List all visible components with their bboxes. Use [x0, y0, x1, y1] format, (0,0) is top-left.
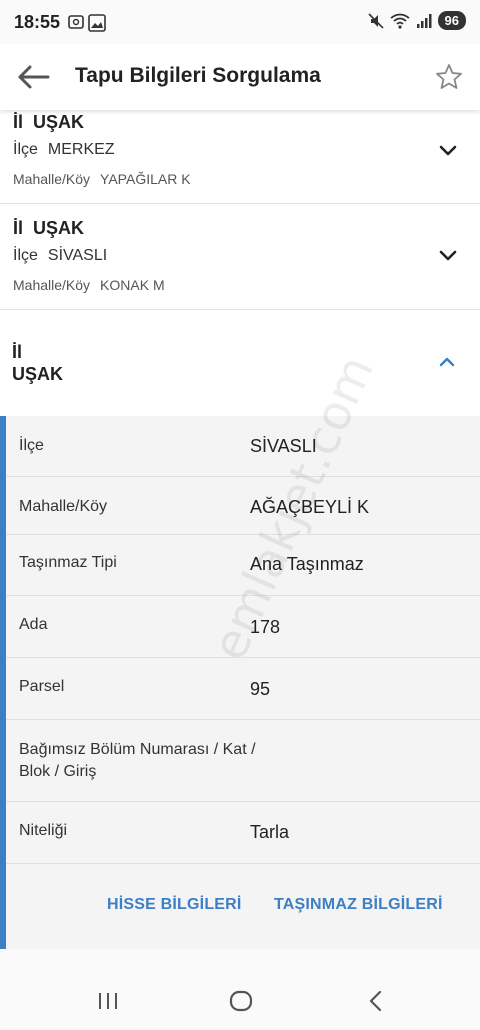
- detail-value: Ana Taşınmaz: [250, 554, 364, 574]
- tasinmaz-bilgileri-button[interactable]: TAŞINMAZ BİLGİLERİ: [274, 896, 443, 914]
- chevron-down-icon[interactable]: [438, 249, 458, 263]
- recent-apps-icon[interactable]: [94, 987, 122, 1015]
- detail-actions: HİSSE BİLGİLERİ TAŞINMAZ BİLGİLERİ: [6, 864, 480, 949]
- detail-label: Ada: [19, 616, 48, 633]
- detail-row: Bağımsız Bölüm Numarası / Kat / Blok / G…: [6, 720, 480, 802]
- record-mahalle-row: Mahalle/Köy KONAK M: [13, 277, 165, 293]
- mahalle-value: KONAK M: [100, 277, 165, 293]
- ilce-value: SİVASLI: [47, 247, 108, 264]
- status-bar: 18:55 96: [0, 0, 480, 44]
- signal-icon: [416, 13, 432, 28]
- mahalle-label: Mahalle/Köy: [13, 171, 91, 187]
- detail-value: Tarla: [250, 822, 290, 842]
- status-right: 96: [367, 11, 466, 30]
- wifi-icon: [389, 13, 410, 29]
- record-card[interactable]: İl UŞAK İlçe MERKEZ Mahalle/Köy YAPAĞILAR K: [0, 110, 480, 204]
- status-time: 18:55: [14, 12, 61, 32]
- back-arrow-icon[interactable]: [16, 63, 52, 91]
- battery-indicator: 96: [437, 11, 466, 30]
- detail-value: AĞAÇBEYLİ K: [250, 497, 370, 517]
- detail-label: Bağımsız Bölüm Numarası / Kat / Blok / G…: [19, 741, 256, 780]
- detail-value: 178: [250, 617, 281, 637]
- record-detail-panel: İlçe SİVASLI Mahalle/Köy AĞAÇBEYLİ K Taş…: [0, 416, 480, 949]
- ilce-value: MERKEZ: [47, 141, 115, 158]
- detail-row: Niteliği Tarla: [6, 802, 480, 864]
- detail-row: Parsel 95: [6, 658, 480, 720]
- record-ilce-row: İlçe MERKEZ: [13, 141, 115, 159]
- il-value: UŞAK: [33, 218, 85, 238]
- record-il-row: İl UŞAK: [13, 218, 84, 239]
- mahalle-value: YAPAĞILAR K: [100, 171, 191, 187]
- record-ilce-row: İlçe SİVASLI: [13, 247, 107, 265]
- detail-label: Mahalle/Köy: [19, 498, 108, 515]
- ilce-label: İlçe: [13, 141, 38, 158]
- ilce-label: İlçe: [13, 247, 38, 264]
- detail-label: Niteliği: [19, 822, 68, 839]
- back-nav-icon[interactable]: [362, 987, 390, 1015]
- hisse-bilgileri-button[interactable]: HİSSE BİLGİLERİ: [107, 896, 242, 914]
- record-mahalle-row: Mahalle/Köy YAPAĞILAR K: [13, 171, 191, 187]
- mahalle-label: Mahalle/Köy: [13, 277, 91, 293]
- il-value: UŞAK: [12, 364, 64, 384]
- notification-icons: [68, 14, 106, 32]
- detail-row: Mahalle/Köy AĞAÇBEYLİ K: [6, 477, 480, 535]
- expanded-record-header[interactable]: İl UŞAK: [0, 310, 480, 416]
- system-nav-bar: [0, 949, 480, 1030]
- detail-row: İlçe SİVASLI: [6, 416, 480, 477]
- app-bar: Tapu Bilgileri Sorgulama: [0, 44, 480, 110]
- page-title: Tapu Bilgileri Sorgulama: [75, 64, 321, 87]
- detail-value: SİVASLI: [250, 436, 317, 456]
- detail-label: İlçe: [19, 437, 44, 454]
- detail-label: Parsel: [19, 678, 65, 695]
- il-value: UŞAK: [33, 112, 85, 132]
- detail-label: Taşınmaz Tipi: [19, 554, 117, 571]
- home-icon[interactable]: [227, 987, 255, 1015]
- chevron-up-icon[interactable]: [438, 356, 456, 368]
- detail-value: 95: [250, 679, 271, 699]
- gallery-icon: [88, 14, 106, 32]
- mute-icon: [367, 12, 384, 29]
- chevron-down-icon[interactable]: [438, 144, 458, 158]
- record-il-row: İl UŞAK: [13, 112, 84, 133]
- record-card[interactable]: İl UŞAK İlçe SİVASLI Mahalle/Köy KONAK M: [0, 204, 480, 310]
- il-label: İl: [13, 218, 24, 238]
- favorite-star-icon[interactable]: [434, 62, 464, 92]
- il-label: İl: [13, 112, 24, 132]
- detail-row: Taşınmaz Tipi Ana Taşınmaz: [6, 535, 480, 596]
- screenshot-icon: [68, 15, 84, 29]
- detail-row: Ada 178: [6, 596, 480, 658]
- il-label: İl: [12, 342, 23, 362]
